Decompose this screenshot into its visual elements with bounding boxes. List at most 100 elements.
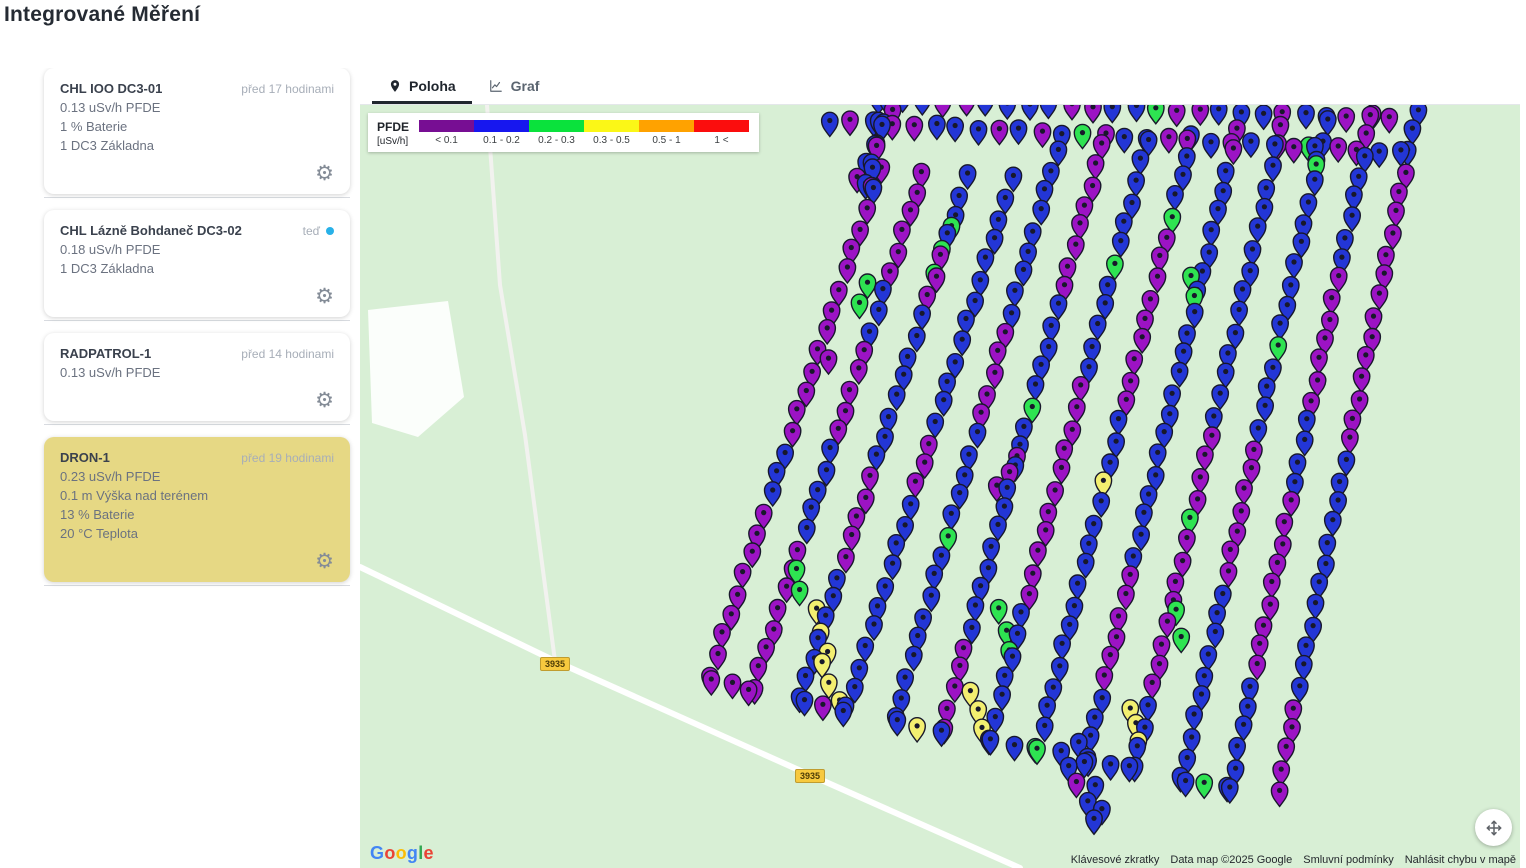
map-pin[interactable] — [1353, 368, 1369, 392]
map-pin[interactable] — [1220, 563, 1236, 587]
map-pin[interactable] — [1177, 772, 1193, 796]
map-pin[interactable] — [1286, 254, 1302, 278]
map-pin[interactable] — [990, 342, 1006, 366]
map-pin[interactable] — [1207, 623, 1223, 647]
map-pin[interactable] — [1276, 514, 1292, 538]
map-pin[interactable] — [970, 121, 986, 145]
map-pin[interactable] — [769, 600, 785, 624]
map-pin[interactable] — [1078, 553, 1094, 577]
map-pin[interactable] — [1344, 207, 1360, 231]
map-pin[interactable] — [1167, 186, 1183, 210]
device-settings-button[interactable]: ⚙ — [315, 163, 334, 184]
map-pin[interactable] — [1006, 736, 1022, 760]
terms-link[interactable]: Smluvní podmínky — [1303, 854, 1393, 866]
device-settings-button[interactable]: ⚙ — [315, 390, 334, 411]
map-pin[interactable] — [927, 413, 943, 437]
map-pin[interactable] — [1222, 779, 1238, 803]
map-pin[interactable] — [1096, 667, 1112, 691]
map-pin[interactable] — [789, 401, 805, 425]
map-pin[interactable] — [710, 645, 726, 669]
map-pin[interactable] — [1052, 658, 1068, 682]
map-pin[interactable] — [1074, 124, 1090, 148]
map-canvas[interactable]: PFDE [uSv/h] < 0.1 0.1 - 0.2 0.2 - 0.3 0… — [360, 105, 1520, 868]
map-pin[interactable] — [1086, 810, 1102, 834]
map-pin[interactable] — [1132, 150, 1148, 174]
map-pin[interactable] — [744, 543, 760, 567]
map-pin[interactable] — [1005, 167, 1021, 191]
map-pin[interactable] — [838, 548, 854, 572]
map-pin[interactable] — [1225, 140, 1241, 164]
map-pin[interactable] — [1149, 268, 1165, 292]
map-pin[interactable] — [1311, 349, 1327, 373]
map-pin[interactable] — [906, 117, 922, 141]
map-pin[interactable] — [842, 111, 858, 135]
map-pin[interactable] — [947, 678, 963, 702]
keyboard-shortcuts-link[interactable]: Klávesové zkratky — [1071, 854, 1160, 866]
map-pin[interactable] — [1118, 585, 1134, 609]
map-pin[interactable] — [839, 259, 855, 283]
map-pin[interactable] — [1297, 431, 1313, 455]
map-pin[interactable] — [1102, 756, 1118, 780]
map-pin[interactable] — [1053, 459, 1069, 483]
map-pin[interactable] — [1270, 337, 1286, 361]
map-pin[interactable] — [1342, 429, 1358, 453]
device-card[interactable]: CHL IOO DC3-01 před 17 hodinami 0.13 uSv… — [44, 68, 350, 194]
map-pin[interactable] — [1200, 646, 1216, 670]
map-pin[interactable] — [1358, 347, 1374, 371]
map-pin[interactable] — [1043, 317, 1059, 341]
map-pin[interactable] — [1148, 105, 1164, 124]
map-pin[interactable] — [851, 360, 867, 384]
map-pin[interactable] — [1107, 255, 1123, 279]
map-pin[interactable] — [1249, 655, 1265, 679]
map-pin[interactable] — [1068, 236, 1084, 260]
map-pin[interactable] — [1022, 105, 1038, 120]
map-pin[interactable] — [1292, 678, 1308, 702]
map-pin[interactable] — [859, 200, 875, 224]
map-pin[interactable] — [1054, 635, 1070, 659]
map-pin[interactable] — [1278, 738, 1294, 762]
map-pin[interactable] — [1069, 399, 1085, 423]
map-pin[interactable] — [1283, 492, 1299, 516]
map-pin[interactable] — [991, 120, 1007, 144]
map-pin[interactable] — [1196, 774, 1212, 798]
map-pin[interactable] — [1150, 444, 1166, 468]
map-pin[interactable] — [1007, 282, 1023, 306]
map-pin[interactable] — [1186, 706, 1202, 730]
map-pin[interactable] — [1144, 674, 1160, 698]
map-pin[interactable] — [1330, 138, 1346, 162]
map-pin[interactable] — [1116, 128, 1132, 152]
device-card[interactable]: CHL Lázně Bohdaneč DC3-02 teď 0.18 uSv/h… — [44, 210, 350, 317]
map-pin[interactable] — [1050, 295, 1066, 319]
map-pin[interactable] — [1010, 120, 1026, 144]
map-pin[interactable] — [1033, 200, 1049, 224]
map-pin[interactable] — [1265, 157, 1281, 181]
map-pin[interactable] — [914, 305, 930, 329]
map-pin[interactable] — [1222, 541, 1238, 565]
map-pin[interactable] — [1013, 604, 1029, 628]
map-pin[interactable] — [851, 294, 867, 318]
map-pin[interactable] — [894, 221, 910, 245]
map-pin[interactable] — [844, 526, 860, 550]
map-pin[interactable] — [1273, 761, 1289, 785]
map-pin[interactable] — [1029, 740, 1045, 764]
map-pin[interactable] — [1126, 351, 1142, 375]
map-pin[interactable] — [1298, 105, 1314, 129]
map-pin[interactable] — [909, 327, 925, 351]
map-pin[interactable] — [926, 565, 942, 589]
map-pin[interactable] — [1331, 267, 1347, 291]
map-pin[interactable] — [1171, 363, 1187, 387]
map-pin[interactable] — [1030, 542, 1046, 566]
map-pin[interactable] — [1203, 222, 1219, 246]
map-pin[interactable] — [1197, 446, 1213, 470]
map-pin[interactable] — [835, 702, 851, 726]
map-pin[interactable] — [714, 624, 730, 648]
map-pin[interactable] — [982, 731, 998, 755]
map-pin[interactable] — [889, 711, 905, 735]
map-pin[interactable] — [822, 439, 838, 463]
map-pin[interactable] — [1307, 594, 1323, 618]
map-pin[interactable] — [1087, 155, 1103, 179]
map-pin[interactable] — [1064, 105, 1080, 120]
map-pin[interactable] — [1187, 303, 1203, 327]
map-pin[interactable] — [857, 637, 873, 661]
map-pin[interactable] — [1338, 108, 1354, 132]
